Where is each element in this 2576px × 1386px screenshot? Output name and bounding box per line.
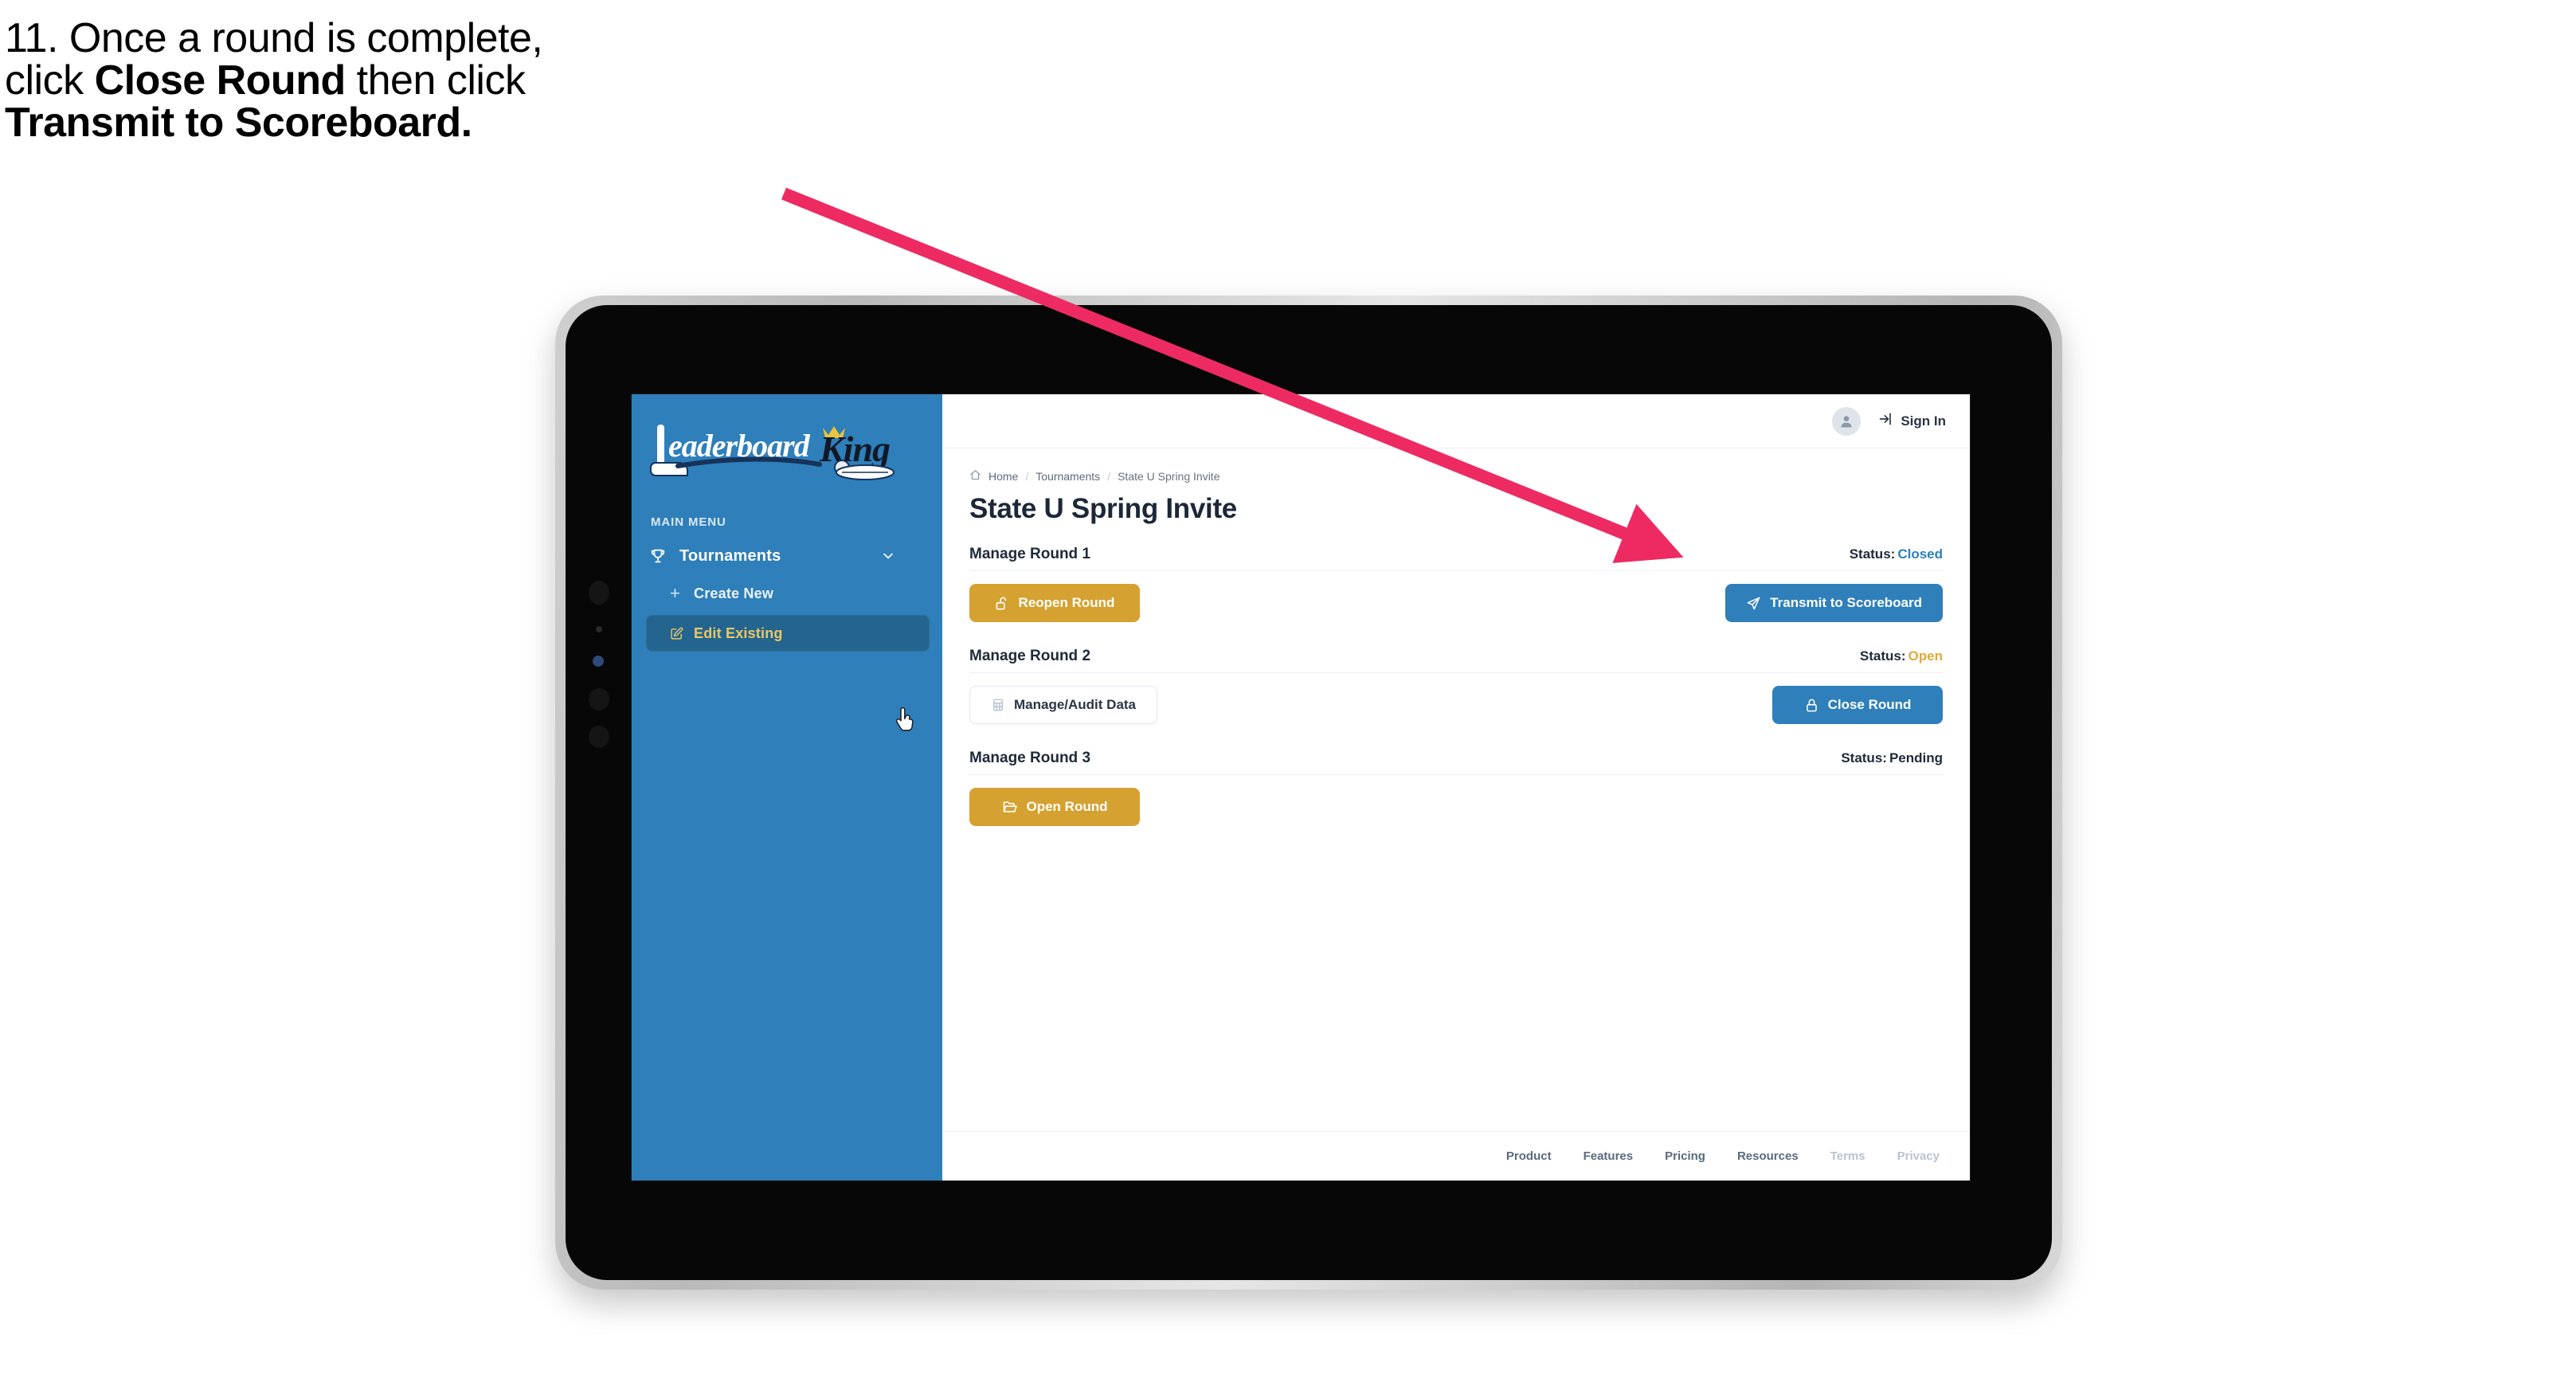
breadcrumb-item-tournaments[interactable]: Tournaments: [1035, 470, 1100, 483]
app-logo[interactable]: eaderboard King: [646, 418, 909, 485]
bezel-sensor-dot: [589, 688, 609, 711]
status-label: Status:: [1841, 750, 1887, 765]
round-actions: Open Round: [969, 788, 1943, 826]
status-value: Open: [1908, 648, 1943, 664]
caption-line-2-post: then click: [345, 57, 526, 104]
status-label: Status:: [1849, 546, 1896, 562]
lock-icon: [1804, 698, 1819, 713]
unlock-icon: [995, 596, 1010, 611]
instruction-caption: 11. Once a round is complete, click Clos…: [5, 15, 849, 144]
bezel-sensor-dot: [589, 726, 609, 748]
home-icon[interactable]: [969, 469, 981, 484]
caption-line-1: 11. Once a round is complete,: [5, 15, 543, 61]
round-title: Manage Round 1: [969, 546, 1091, 562]
sidebar-item-tournaments-label: Tournaments: [679, 546, 781, 565]
close-round-label: Close Round: [1827, 697, 1912, 712]
round-header: Manage Round 2 Status: Open: [969, 648, 1943, 673]
table-grid-icon: [991, 698, 1005, 712]
round-header: Manage Round 1 Status: Closed: [969, 546, 1943, 571]
transmit-to-scoreboard-label: Transmit to Scoreboard: [1770, 595, 1922, 610]
bezel-sensor-dot: [589, 581, 609, 605]
trophy-icon: [649, 546, 673, 566]
main-content: Sign In Home / Tournaments / State U Spr…: [942, 394, 1970, 1180]
status-badge: Status: Pending: [1841, 750, 1943, 766]
paper-plane-icon: [1746, 596, 1761, 611]
open-round-label: Open Round: [1026, 799, 1108, 814]
open-round-button[interactable]: Open Round: [969, 788, 1140, 826]
sign-in-label: Sign In: [1901, 413, 1946, 429]
footer: Product Features Pricing Resources Terms…: [942, 1131, 1970, 1180]
round-block-2: Manage Round 2 Status: Open Manage/Audit …: [969, 648, 1943, 724]
caption-line-3-bold: Transmit to Scoreboard.: [5, 100, 472, 147]
reopen-round-label: Reopen Round: [1018, 595, 1115, 610]
sidebar-section-label: MAIN MENU: [651, 515, 726, 529]
caption-line-2-pre: click: [5, 57, 95, 104]
round-actions: Reopen Round Transmit to Scoreboard: [969, 584, 1943, 622]
footer-link-features[interactable]: Features: [1584, 1149, 1634, 1163]
round-block-3: Manage Round 3 Status: Pending Open Round: [969, 750, 1943, 826]
page-content: Home / Tournaments / State U Spring Invi…: [942, 448, 1970, 1131]
sidebar-item-create-new-label: Create New: [694, 585, 774, 601]
footer-link-privacy[interactable]: Privacy: [1897, 1149, 1940, 1163]
close-round-button[interactable]: Close Round: [1772, 686, 1943, 724]
app-viewport: eaderboard King MAIN MENU Tournaments + …: [632, 394, 1970, 1180]
sidebar-item-edit-existing[interactable]: Edit Existing: [646, 615, 930, 652]
login-arrow-icon: [1878, 411, 1894, 431]
round-header: Manage Round 3 Status: Pending: [969, 750, 1943, 775]
sidebar: eaderboard King MAIN MENU Tournaments + …: [632, 394, 942, 1180]
footer-link-product[interactable]: Product: [1506, 1149, 1552, 1163]
screenshot-root: 11. Once a round is complete, click Clos…: [0, 0, 2576, 1386]
plus-icon: +: [670, 583, 680, 603]
breadcrumb-separator: /: [1025, 470, 1029, 483]
round-title: Manage Round 3: [969, 750, 1091, 766]
svg-text:King: King: [819, 429, 890, 469]
round-title: Manage Round 2: [969, 648, 1091, 664]
app-shell: eaderboard King MAIN MENU Tournaments + …: [632, 394, 1970, 1180]
caption-line-3: Transmit to Scoreboard.: [5, 102, 849, 144]
breadcrumb-separator: /: [1107, 470, 1111, 483]
breadcrumb-item-home[interactable]: Home: [989, 470, 1018, 483]
bezel-led-indicator: [593, 656, 604, 667]
open-folder-icon: [1002, 799, 1018, 815]
sidebar-item-create-new[interactable]: + Create New: [670, 583, 942, 604]
manage-audit-data-button[interactable]: Manage/Audit Data: [969, 686, 1158, 724]
caption-line-2-bold: Close Round: [94, 57, 346, 104]
status-badge: Status: Closed: [1850, 546, 1943, 562]
page-title: State U Spring Invite: [969, 493, 1237, 524]
round-actions: Manage/Audit Data Close Round: [969, 686, 1943, 724]
manage-audit-data-label: Manage/Audit Data: [1014, 697, 1137, 712]
sidebar-item-tournaments[interactable]: Tournaments: [649, 546, 928, 566]
sign-in-button[interactable]: Sign In: [1878, 411, 1946, 431]
leaderboard-king-logo-icon: eaderboard King: [650, 425, 895, 480]
transmit-to-scoreboard-button[interactable]: Transmit to Scoreboard: [1725, 584, 1943, 622]
bezel-sensor-dot: [596, 626, 602, 632]
chevron-down-icon[interactable]: [880, 548, 896, 564]
footer-link-resources[interactable]: Resources: [1737, 1149, 1799, 1163]
avatar[interactable]: [1832, 406, 1862, 436]
status-label: Status:: [1859, 648, 1906, 664]
breadcrumb: Home / Tournaments / State U Spring Invi…: [969, 469, 1943, 484]
pencil-square-icon: [670, 627, 691, 640]
round-block-1: Manage Round 1 Status: Closed Reopen Roun…: [969, 546, 1943, 622]
pointing-hand-cursor: [895, 707, 915, 733]
footer-link-pricing[interactable]: Pricing: [1665, 1149, 1705, 1163]
top-bar: Sign In: [942, 394, 1970, 448]
caption-line-2: click Close Round then click: [5, 60, 849, 102]
status-value: Pending: [1889, 750, 1943, 765]
reopen-round-button[interactable]: Reopen Round: [969, 584, 1140, 622]
sidebar-item-edit-existing-label: Edit Existing: [694, 624, 783, 641]
status-badge: Status: Open: [1860, 648, 1943, 664]
breadcrumb-item-current: State U Spring Invite: [1118, 470, 1220, 483]
footer-link-terms[interactable]: Terms: [1830, 1149, 1865, 1163]
status-value: Closed: [1897, 546, 1943, 562]
